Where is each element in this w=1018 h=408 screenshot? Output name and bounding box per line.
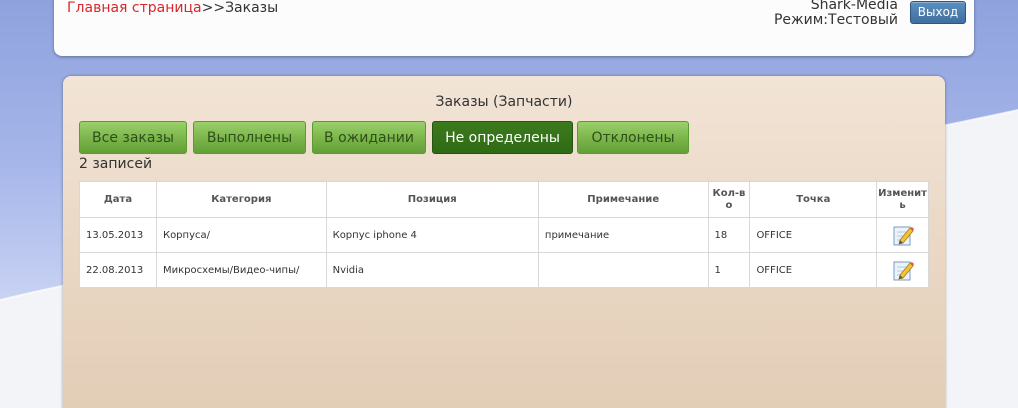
tab-all-orders[interactable]: Все заказы xyxy=(79,121,187,154)
orders-table: Дата Категория Позиция Примечание Кол-в … xyxy=(79,181,929,288)
cell-position: Nvidia xyxy=(325,252,539,288)
cell-edit xyxy=(876,217,929,253)
table-header-row: Дата Категория Позиция Примечание Кол-в … xyxy=(79,181,929,218)
column-header-date: Дата xyxy=(79,181,157,218)
cell-note xyxy=(537,252,709,288)
breadcrumb: Главная страница>>Заказы xyxy=(67,0,278,16)
column-header-category: Категория xyxy=(155,181,327,218)
breadcrumb-current: Заказы xyxy=(225,0,279,16)
mode-label: Режим:Тестовый xyxy=(773,12,898,28)
column-header-qty: Кол-в о xyxy=(707,181,751,218)
tab-completed[interactable]: Выполнены xyxy=(193,121,306,154)
cell-point: OFFICE xyxy=(749,252,878,288)
cell-edit xyxy=(876,252,929,288)
tab-undefined[interactable]: Не определены xyxy=(432,121,573,154)
column-header-position: Позиция xyxy=(325,181,539,218)
user-info: Shark-Media Режим:Тестовый xyxy=(774,0,898,28)
column-header-note: Примечание xyxy=(537,181,709,218)
edit-pencil-icon[interactable] xyxy=(892,259,914,281)
breadcrumb-home-link[interactable]: Главная страница xyxy=(67,0,202,16)
table-row: 22.08.2013 Микросхемы/Видео-чипы/ Nvidia… xyxy=(79,252,929,288)
page-title: Заказы (Запчасти) xyxy=(435,94,573,110)
cell-date: 22.08.2013 xyxy=(79,252,157,288)
record-count: 2 записей xyxy=(79,156,153,172)
orders-panel: Заказы (Запчасти) Все заказы Выполнены В… xyxy=(63,76,945,408)
cell-category: Микросхемы/Видео-чипы/ xyxy=(155,252,327,288)
breadcrumb-separator: >> xyxy=(201,0,226,16)
table-row: 13.05.2013 Корпуса/ Корпус iphone 4 прим… xyxy=(79,217,929,253)
logout-button[interactable]: Выход xyxy=(910,1,966,24)
cell-point: OFFICE xyxy=(749,217,878,253)
cell-date: 13.05.2013 xyxy=(79,217,157,253)
tab-rejected[interactable]: Отклонены xyxy=(577,121,689,154)
cell-qty: 18 xyxy=(707,217,751,253)
edit-pencil-icon[interactable] xyxy=(892,224,914,246)
orders-table-wrap: Дата Категория Позиция Примечание Кол-в … xyxy=(79,181,929,288)
top-header: Главная страница>>Заказы Shark-Media Реж… xyxy=(54,0,974,56)
tab-pending[interactable]: В ожидании xyxy=(312,121,426,154)
cell-position: Корпус iphone 4 xyxy=(325,217,539,253)
cell-qty: 1 xyxy=(707,252,751,288)
cell-category: Корпуса/ xyxy=(155,217,327,253)
cell-note: примечание xyxy=(537,217,709,253)
column-header-edit: Изменит ь xyxy=(876,181,929,218)
column-header-point: Точка xyxy=(749,181,878,218)
